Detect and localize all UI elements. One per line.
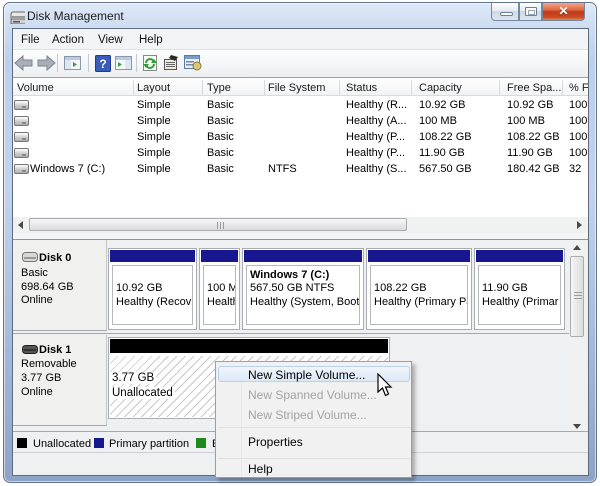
- svg-text:?: ?: [99, 57, 106, 71]
